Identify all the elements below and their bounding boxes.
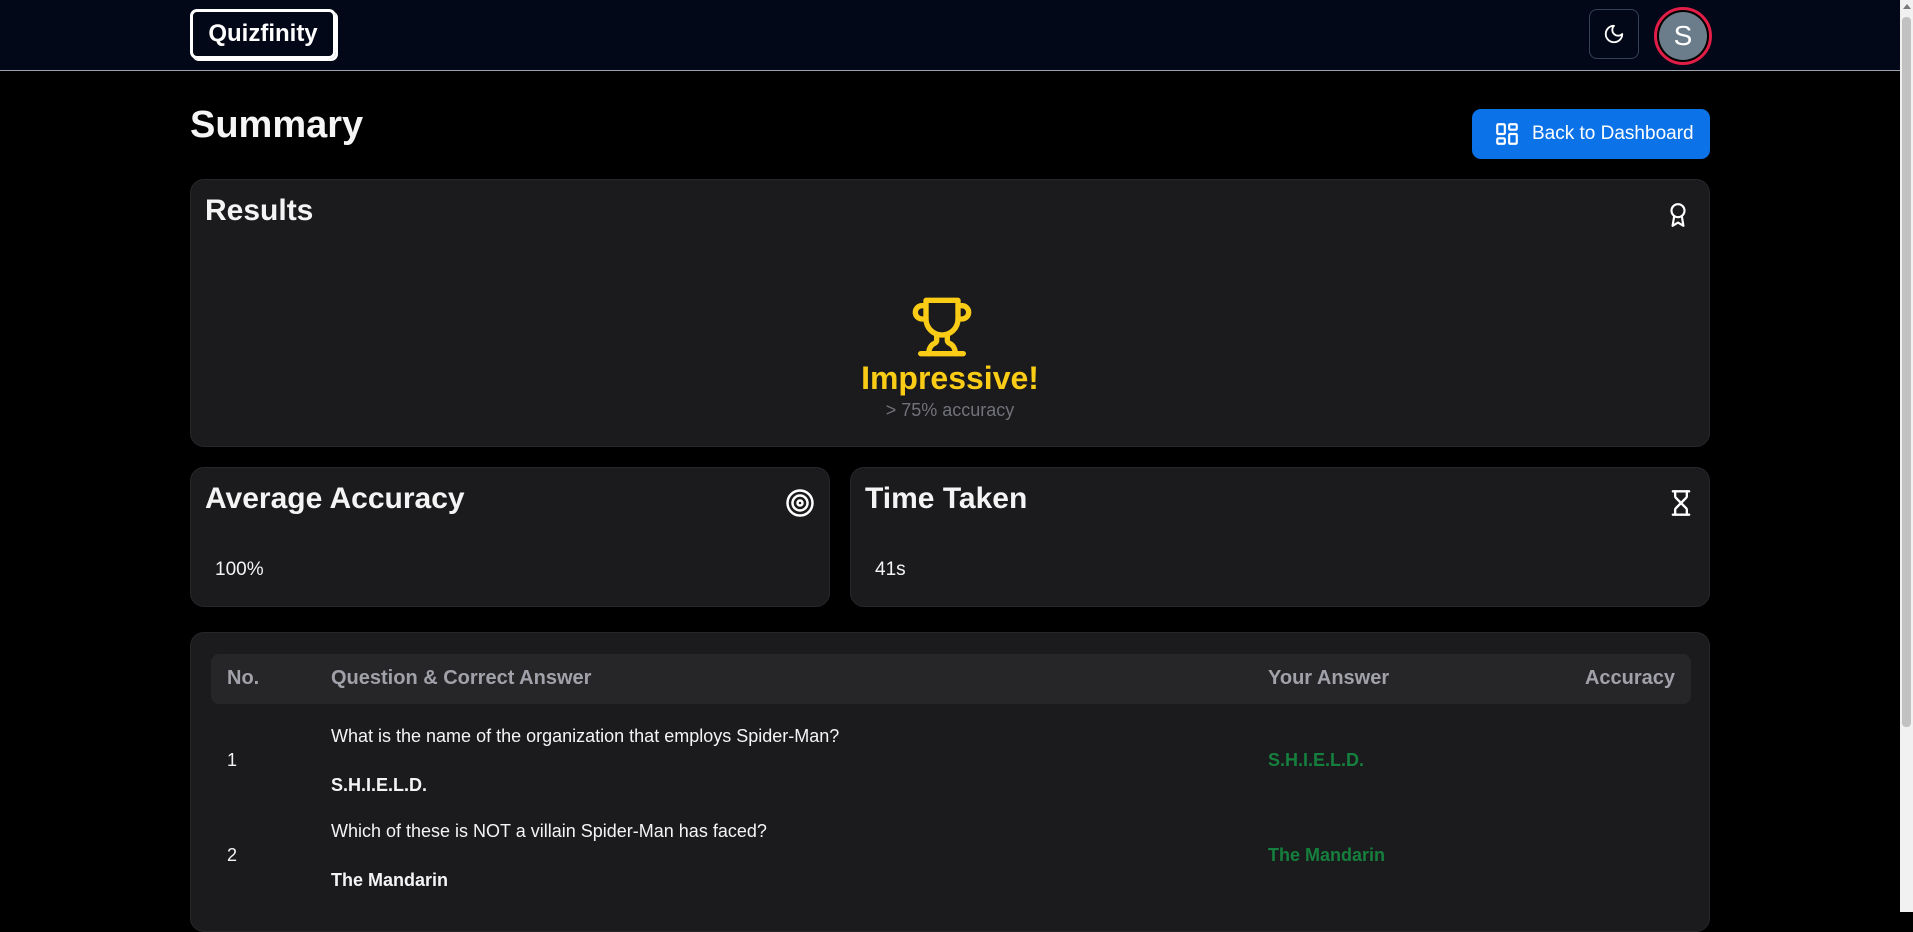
hourglass-icon [1671, 490, 1691, 516]
theme-toggle-button[interactable] [1589, 9, 1639, 59]
header-no[interactable]: No. [227, 667, 259, 690]
page-scrollbar[interactable] [1900, 0, 1913, 912]
trophy-icon [912, 297, 972, 357]
top-navbar: Quizfinity S [0, 0, 1900, 71]
results-card: Results Impressive! > 75% accuracy [190, 179, 1710, 447]
moon-icon [1604, 24, 1624, 44]
table-header: No. Question & Correct Answer Your Answe… [211, 654, 1691, 704]
back-to-dashboard-button[interactable]: Back to Dashboard [1472, 109, 1710, 159]
header-your-answer[interactable]: Your Answer [1268, 667, 1389, 690]
your-answer: S.H.I.E.L.D. [1268, 750, 1365, 770]
header-question[interactable]: Question & Correct Answer [331, 667, 591, 690]
accuracy-note: > 75% accuracy [885, 400, 1015, 420]
header-accuracy[interactable]: Accuracy [1585, 667, 1675, 690]
scrollbar-thumb[interactable] [1902, 17, 1911, 727]
target-icon [786, 489, 814, 517]
page-title: Summary [190, 104, 364, 146]
answers-table: No. Question & Correct Answer Your Answe… [190, 632, 1710, 932]
row-number: 2 [227, 845, 238, 865]
results-title: Results [205, 194, 314, 227]
user-avatar-button[interactable]: S [1654, 7, 1712, 65]
time-taken-title: Time Taken [865, 482, 1028, 515]
table-row: 2 Which of these is NOT a villain Spider… [211, 809, 1691, 904]
average-accuracy-title: Average Accuracy [205, 482, 465, 515]
correct-answer: The Mandarin [331, 870, 449, 890]
correct-answer: S.H.I.E.L.D. [331, 775, 428, 795]
time-taken-value: 41s [875, 559, 906, 580]
back-to-dashboard-label: Back to Dashboard [1532, 123, 1694, 144]
dashboard-icon [1496, 123, 1518, 145]
award-icon [1670, 203, 1686, 227]
app-logo[interactable]: Quizfinity [190, 9, 336, 59]
question-text: Which of these is NOT a villain Spider-M… [331, 821, 767, 841]
your-answer: The Mandarin [1268, 845, 1386, 865]
table-row: 1 What is the name of the organization t… [211, 714, 1691, 809]
avatar-initial: S [1659, 12, 1707, 60]
average-accuracy-value: 100% [215, 559, 264, 580]
row-number: 1 [227, 750, 238, 770]
average-accuracy-card: Average Accuracy 100% [190, 467, 830, 607]
result-verdict: Impressive! [861, 360, 1039, 396]
time-taken-card: Time Taken 41s [850, 467, 1710, 607]
question-text: What is the name of the organization tha… [331, 726, 840, 746]
scroll-up-arrow-icon[interactable] [1903, 4, 1911, 9]
